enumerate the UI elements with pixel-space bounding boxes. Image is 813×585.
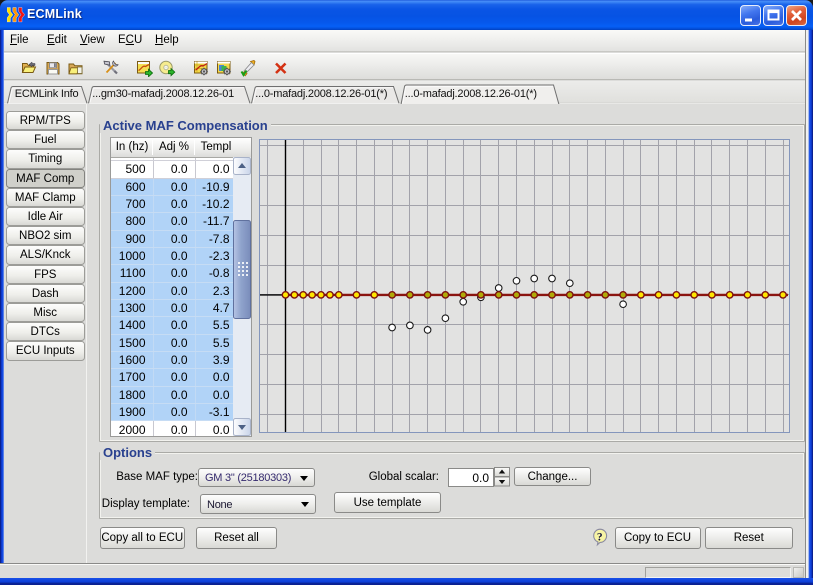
svg-text:?: ? xyxy=(597,531,603,543)
